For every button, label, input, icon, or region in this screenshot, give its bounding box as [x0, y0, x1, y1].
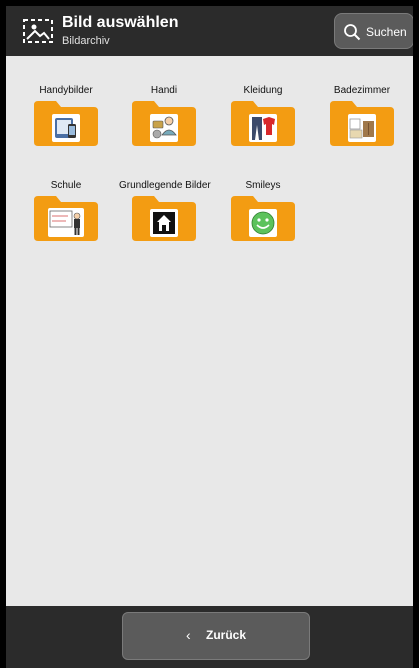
- folder-icon: [34, 101, 98, 146]
- chevron-left-icon: ‹: [186, 627, 191, 643]
- folder-grundlegende-bilder[interactable]: Grundlegende Bilder: [119, 151, 211, 241]
- folder-label: Kleidung: [243, 85, 283, 96]
- folder-icon: [330, 101, 394, 146]
- folder-kleidung[interactable]: Kleidung: [218, 56, 308, 146]
- back-button[interactable]: ‹ Zurück: [122, 612, 310, 660]
- folder-label: Schule: [50, 180, 82, 191]
- folder-label: Smileys: [245, 180, 281, 191]
- search-button[interactable]: Suchen: [334, 13, 413, 49]
- folder-icon: [231, 101, 295, 146]
- header-bar: Bild auswählen Bildarchiv Suchen: [6, 6, 413, 56]
- search-button-label: Suchen: [366, 25, 407, 39]
- folder-handybilder[interactable]: Handybilder: [21, 56, 111, 146]
- folder-label: Handi: [150, 85, 178, 96]
- folder-icon: [132, 101, 196, 146]
- folder-handi[interactable]: Handi: [119, 56, 209, 146]
- footer-bar: ‹ Zurück: [6, 606, 413, 668]
- folder-icon: [34, 196, 98, 241]
- folder-label: Handybilder: [39, 85, 93, 96]
- page-subtitle: Bildarchiv: [62, 35, 110, 47]
- image-select-icon: [23, 19, 53, 43]
- folder-smileys[interactable]: Smileys: [218, 151, 308, 241]
- smiley-icon: [251, 211, 275, 235]
- page-title: Bild auswählen: [62, 14, 179, 31]
- folder-icon: [231, 196, 295, 241]
- folder-badezimmer[interactable]: Badezimmer: [317, 56, 407, 146]
- search-icon: [344, 24, 361, 41]
- app-window: Bild auswählen Bildarchiv Suchen Handybi…: [6, 6, 413, 668]
- house-icon: [153, 212, 175, 234]
- phone-tablet-icon: [55, 118, 76, 138]
- folder-icon: [132, 196, 196, 241]
- folder-grid: Handybilder Handi Kleidung Badezimmer Sc…: [6, 56, 413, 606]
- folder-label: Badezimmer: [333, 85, 391, 96]
- folder-schule[interactable]: Schule: [21, 151, 111, 241]
- folder-label: Grundlegende Bilder: [119, 180, 211, 191]
- back-button-label: Zurück: [206, 628, 247, 642]
